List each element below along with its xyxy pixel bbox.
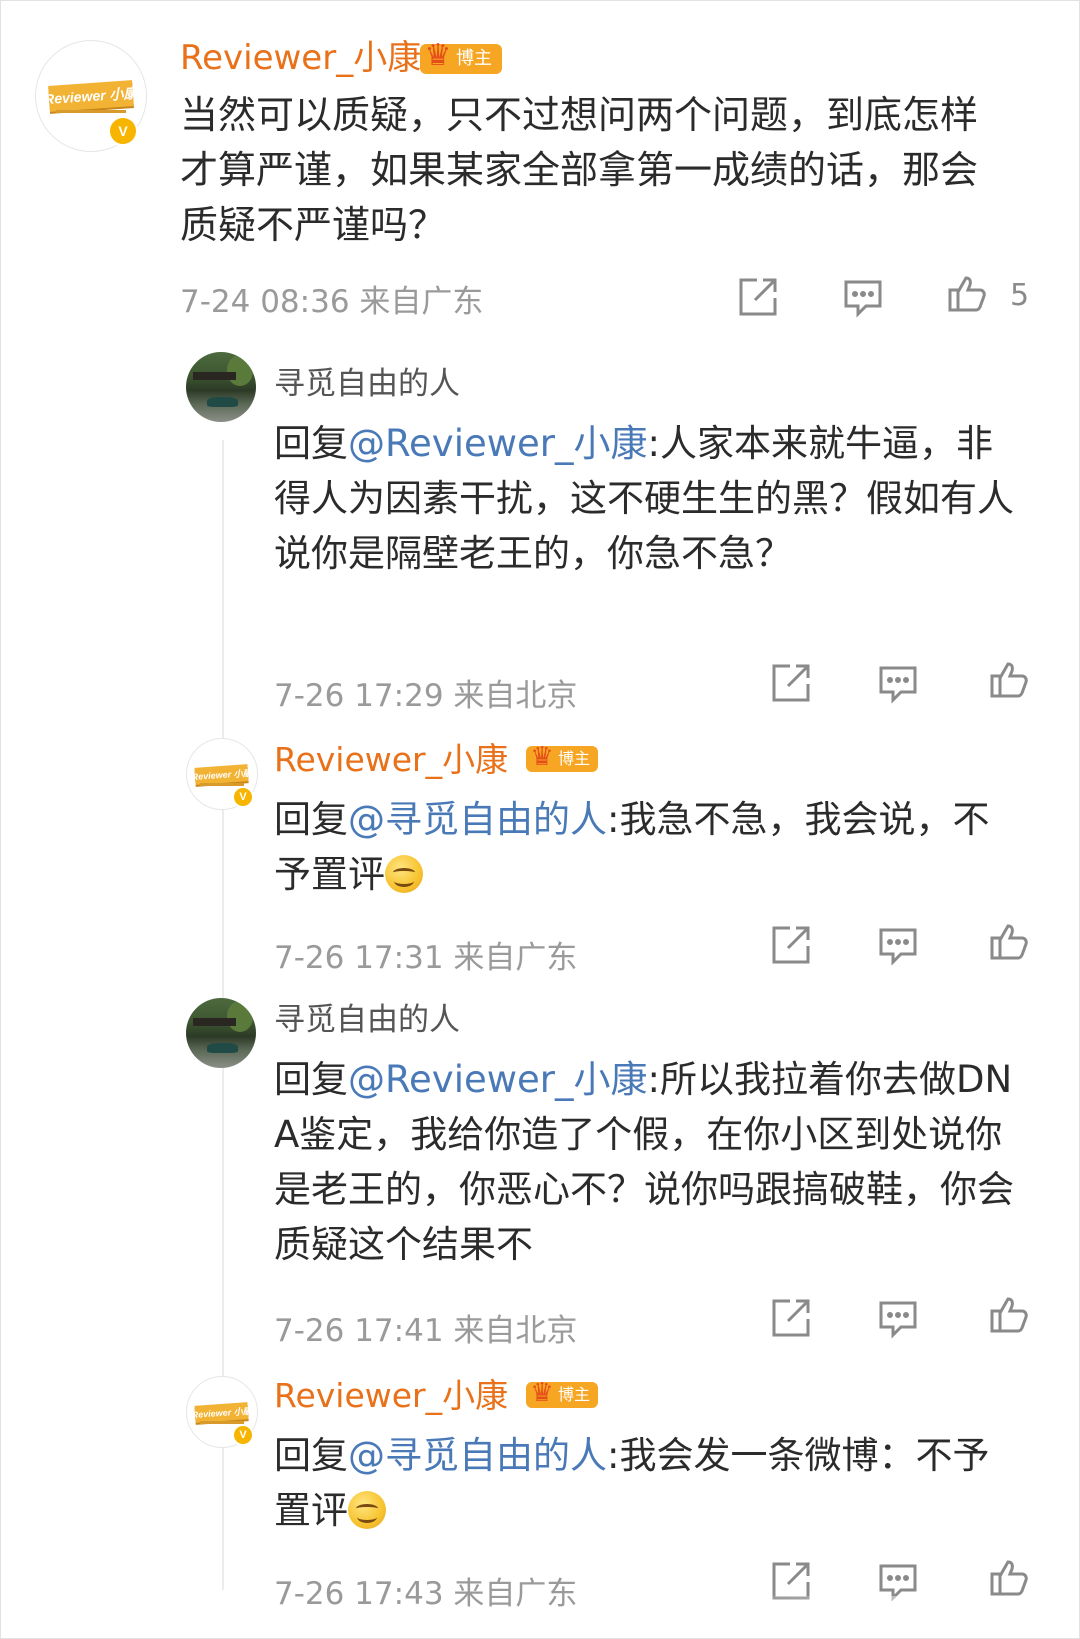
- reply-prefix: 回复: [274, 1434, 348, 1477]
- avatar-photo-tree: [226, 1000, 254, 1032]
- blogger-badge: ♛ 博主: [526, 742, 599, 772]
- verified-v-icon: V: [232, 786, 254, 808]
- thumbs-up-icon[interactable]: [986, 1554, 1032, 1600]
- comment-location: 来自广东: [359, 284, 484, 320]
- avatar-photo-car: [207, 396, 238, 407]
- avatar-photo-car: [207, 1042, 238, 1053]
- share-icon[interactable]: [735, 274, 781, 320]
- blogger-badge: ♛ 博主: [526, 1378, 599, 1408]
- comment-text: 当然可以质疑，只不过想问两个问题，到底怎样才算严谨，如果某家全部拿第一成绩的话，…: [180, 93, 979, 247]
- blogger-badge-label: 博主: [558, 749, 591, 768]
- avatar-photo-roof: [193, 371, 237, 380]
- smile-emoji-icon: [348, 1491, 386, 1529]
- avatar-photo-tree: [226, 354, 254, 386]
- reply-location: 来自北京: [453, 678, 578, 714]
- reply-meta: 7-26 17:41 来自北京: [274, 1305, 577, 1350]
- username[interactable]: 寻觅自由的人: [274, 364, 460, 404]
- reply-text: 回复@寻觅自由的人:我会发一条微博：不予置评: [274, 1428, 1014, 1538]
- avatar-logo: Reviewer 小康: [48, 79, 134, 113]
- comment-icon[interactable]: [875, 660, 921, 706]
- verified-v-icon: V: [232, 1424, 254, 1446]
- mention-link[interactable]: @Reviewer_小康: [348, 1058, 648, 1101]
- thumbs-up-icon[interactable]: [986, 1291, 1032, 1337]
- reply-meta: 7-26 17:29 来自北京: [274, 670, 577, 715]
- comment-time: 7-24 08:36: [180, 284, 350, 320]
- blogger-badge-label: 博主: [456, 48, 492, 69]
- reply-text: 回复@Reviewer_小康:所以我拉着你去做DNA鉴定，我给你造了个假，在你小…: [274, 1052, 1034, 1272]
- share-icon[interactable]: [768, 1295, 814, 1341]
- blogger-badge-label: 博主: [558, 1385, 591, 1404]
- avatar[interactable]: [186, 352, 256, 422]
- like-count: 5: [1010, 278, 1030, 313]
- crown-icon: ♛: [530, 1378, 554, 1408]
- comment-meta: 7-24 08:36 来自广东: [180, 276, 483, 321]
- reply-meta: 7-26 17:43 来自广东: [274, 1568, 577, 1613]
- avatar-logo: Reviewer 小康: [194, 763, 250, 785]
- mention-link[interactable]: @寻觅自由的人: [348, 1434, 607, 1477]
- mention-link[interactable]: @寻觅自由的人: [348, 798, 607, 841]
- reply-location: 来自北京: [453, 1313, 578, 1349]
- reply-text: 回复@Reviewer_小康:人家本来就牛逼，非得人为因素干扰，这不硬生生的黑？…: [274, 416, 1014, 581]
- reply-time: 7-26 17:31: [274, 940, 444, 976]
- username[interactable]: Reviewer_小康: [274, 740, 508, 780]
- avatar-photo-roof: [193, 1017, 237, 1026]
- reply-prefix: 回复: [274, 1058, 348, 1101]
- smile-emoji-icon: [385, 855, 423, 893]
- username[interactable]: Reviewer_小康: [180, 38, 421, 78]
- comment-icon[interactable]: [875, 1295, 921, 1341]
- bottom-fade: [720, 1596, 1078, 1638]
- avatar-logo: Reviewer 小康: [194, 1401, 250, 1423]
- verified-v-icon: V: [108, 116, 138, 146]
- reply-location: 来自广东: [453, 1576, 578, 1612]
- reply-location: 来自广东: [453, 940, 578, 976]
- avatar-logo-underline: [199, 1421, 245, 1425]
- comment-icon[interactable]: [875, 922, 921, 968]
- username[interactable]: Reviewer_小康: [274, 1376, 508, 1416]
- share-icon[interactable]: [768, 922, 814, 968]
- username[interactable]: 寻觅自由的人: [274, 1000, 460, 1040]
- reply-time: 7-26 17:43: [274, 1576, 444, 1612]
- avatar-logo-underline: [55, 110, 127, 114]
- mention-link[interactable]: @Reviewer_小康: [348, 422, 648, 465]
- crown-icon: ♛: [424, 38, 452, 73]
- reply-text: 回复@寻觅自由的人:我急不急，我会说，不予置评: [274, 792, 1014, 902]
- thumbs-up-icon[interactable]: [986, 656, 1032, 702]
- reply-prefix: 回复: [274, 422, 348, 465]
- reply-time: 7-26 17:29: [274, 678, 444, 714]
- comment-icon[interactable]: [840, 274, 886, 320]
- reply-time: 7-26 17:41: [274, 1313, 444, 1349]
- thumbs-up-icon[interactable]: [986, 918, 1032, 964]
- blogger-badge: ♛ 博主: [420, 38, 502, 74]
- reply-prefix: 回复: [274, 798, 348, 841]
- crown-icon: ♛: [530, 742, 554, 772]
- reply-meta: 7-26 17:31 来自广东: [274, 932, 577, 977]
- share-icon[interactable]: [768, 660, 814, 706]
- thumbs-up-icon[interactable]: [944, 270, 990, 316]
- avatar-logo-underline: [199, 783, 245, 787]
- avatar[interactable]: [186, 998, 256, 1068]
